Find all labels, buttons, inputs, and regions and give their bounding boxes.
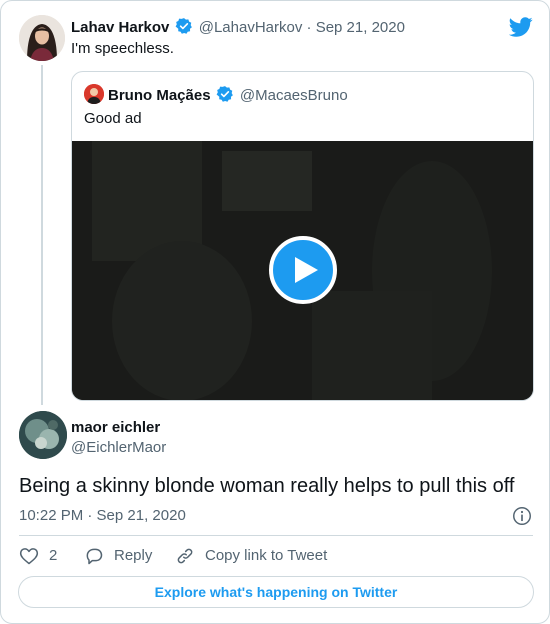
like-button[interactable]: 2 bbox=[19, 545, 57, 567]
tweet-timestamp[interactable]: 10:22 PM · Sep 21, 2020 bbox=[19, 506, 186, 526]
quoted-tweet-text: Good ad bbox=[84, 110, 142, 127]
tweet-embed-card: Lahav Harkov @LahavHarkov · Sep 21, 2020… bbox=[0, 0, 550, 624]
parent-tweet-date[interactable]: Sep 21, 2020 bbox=[316, 19, 405, 36]
main-author-name[interactable]: maor eichler bbox=[71, 418, 160, 438]
quoted-tweet-header: Bruno Maçães @MacaesBruno bbox=[108, 85, 348, 106]
heart-icon bbox=[19, 548, 39, 565]
parent-tweet-header: Lahav Harkov @LahavHarkov · Sep 21, 2020 bbox=[71, 17, 405, 38]
parent-tweet-text: I'm speechless. bbox=[71, 40, 174, 57]
like-count: 2 bbox=[49, 547, 58, 564]
parent-author-handle[interactable]: @LahavHarkov bbox=[199, 19, 303, 36]
link-icon bbox=[177, 548, 193, 564]
main-tweet-text: Being a skinny blonde woman really helps… bbox=[19, 475, 515, 497]
quoted-tweet-card[interactable]: Bruno Maçães @MacaesBruno Good ad bbox=[71, 71, 534, 401]
copy-link-label: Copy link to Tweet bbox=[205, 547, 328, 564]
play-button[interactable] bbox=[269, 236, 337, 304]
info-icon[interactable] bbox=[511, 505, 533, 527]
avatar-bruno-macaes[interactable] bbox=[84, 84, 104, 104]
video-player[interactable] bbox=[72, 141, 533, 400]
play-icon bbox=[295, 257, 318, 283]
reply-label: Reply bbox=[114, 547, 153, 564]
thread-connector-line bbox=[41, 65, 43, 405]
quoted-author-handle[interactable]: @MacaesBruno bbox=[240, 87, 348, 104]
header-separator: · bbox=[306, 19, 312, 36]
verified-badge-icon bbox=[216, 86, 233, 102]
avatar-lahav-harkov[interactable] bbox=[19, 15, 65, 61]
parent-author-name[interactable]: Lahav Harkov bbox=[71, 19, 169, 36]
verified-badge-icon bbox=[175, 18, 192, 34]
explore-twitter-button[interactable]: Explore what's happening on Twitter bbox=[18, 576, 534, 608]
copy-link-button[interactable]: Copy link to Tweet bbox=[175, 545, 327, 567]
reply-icon bbox=[86, 548, 103, 565]
quoted-author-name[interactable]: Bruno Maçães bbox=[108, 87, 211, 104]
actions-divider bbox=[19, 535, 533, 536]
main-author-handle[interactable]: @EichlerMaor bbox=[71, 438, 166, 458]
reply-button[interactable]: Reply bbox=[84, 545, 152, 567]
avatar-maor-eichler[interactable] bbox=[19, 411, 67, 459]
twitter-bird-icon[interactable] bbox=[509, 15, 533, 39]
